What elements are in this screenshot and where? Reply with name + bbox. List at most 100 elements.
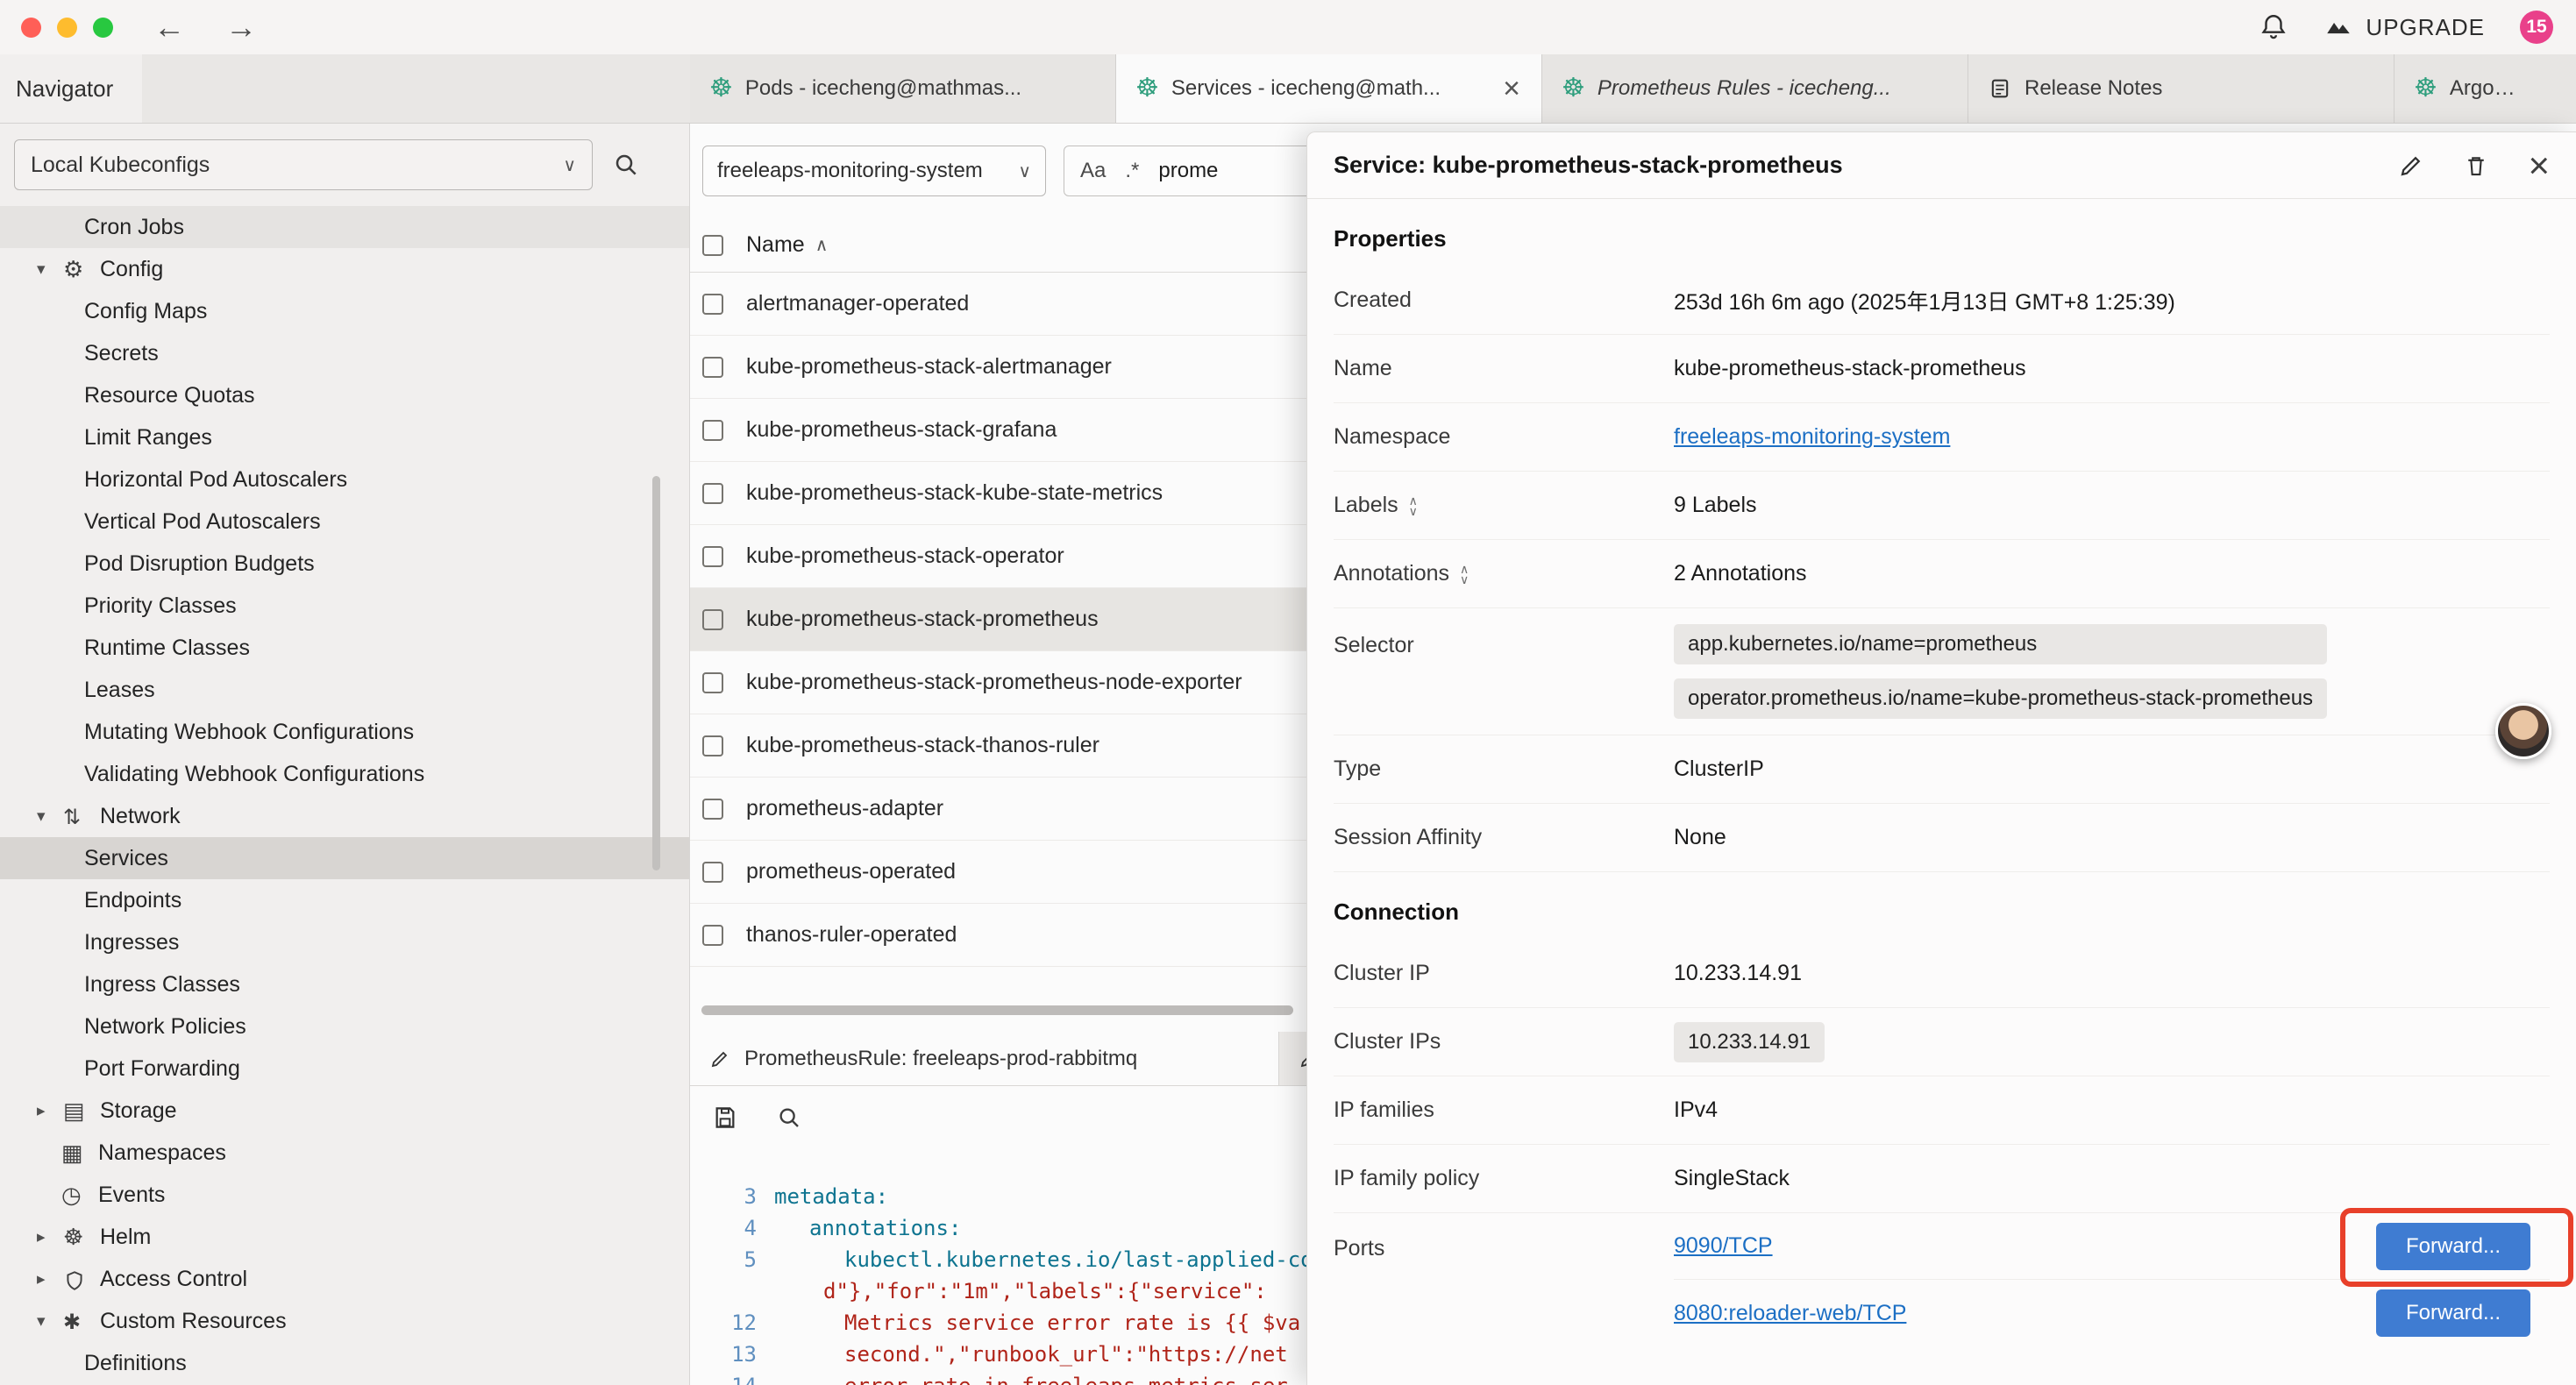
upgrade-icon <box>2323 12 2353 42</box>
line-number: 12 <box>690 1307 774 1339</box>
expand-collapse-icon[interactable] <box>1409 495 1418 516</box>
sidebar-item-port-forwarding[interactable]: Port Forwarding <box>0 1048 689 1090</box>
namespace-link[interactable]: freeleaps-monitoring-system <box>1674 424 1950 450</box>
tab-prometheus-rules[interactable]: ☸ Prometheus Rules - icecheng... <box>1542 54 1968 123</box>
property-row-created: Created 253d 16h 6m ago (2025年1月13日 GMT+… <box>1334 266 2550 335</box>
back-icon[interactable]: ← <box>153 0 185 54</box>
sidebar-item-events[interactable]: Events <box>0 1174 689 1216</box>
sidebar-item-ingress-classes[interactable]: Ingress Classes <box>0 963 689 1005</box>
bell-icon[interactable] <box>2259 12 2288 42</box>
delete-icon[interactable] <box>2463 153 2489 179</box>
forward-button[interactable]: Forward... <box>2376 1289 2530 1337</box>
property-row-session-affinity: Session Affinity None <box>1334 804 2550 872</box>
property-row-labels: Labels 9 Labels <box>1334 472 2550 540</box>
code-line[interactable]: kubectl.kubernetes.io/last-applied-co <box>774 1244 1313 1275</box>
chevron-down-icon[interactable] <box>37 259 63 280</box>
select-all-checkbox[interactable] <box>702 235 723 256</box>
navigator-panel-title: Navigator <box>0 54 142 123</box>
upgrade-label: UPGRADE <box>2366 14 2485 41</box>
row-checkbox[interactable] <box>702 799 723 820</box>
search-icon[interactable] <box>612 151 640 179</box>
row-checkbox[interactable] <box>702 735 723 756</box>
row-checkbox[interactable] <box>702 546 723 567</box>
sidebar-item-services[interactable]: Services <box>0 837 689 879</box>
port-link[interactable]: 9090/TCP <box>1674 1233 1773 1259</box>
sidebar-item-validating-webhook-configurations[interactable]: Validating Webhook Configurations <box>0 753 689 795</box>
sidebar-item-horizontal-pod-autoscalers[interactable]: Horizontal Pod Autoscalers <box>0 458 689 501</box>
forward-icon[interactable]: → <box>225 0 257 54</box>
sidebar-item-pod-disruption-budgets[interactable]: Pod Disruption Budgets <box>0 543 689 585</box>
forward-button[interactable]: Forward... <box>2376 1223 2530 1270</box>
sidebar-item-config-maps[interactable]: Config Maps <box>0 290 689 332</box>
kubeconfig-selector[interactable]: Local Kubeconfigs ∨ <box>14 139 593 190</box>
code-line[interactable]: Metrics service error rate is {{ $va <box>774 1307 1300 1339</box>
row-checkbox[interactable] <box>702 420 723 441</box>
sidebar-item-ingresses[interactable]: Ingresses <box>0 921 689 963</box>
line-number: 13 <box>690 1339 774 1370</box>
code-line[interactable]: d"},"for":"1m","labels":{"service": <box>774 1275 1267 1307</box>
close-icon[interactable]: × <box>2528 147 2550 184</box>
sidebar-item-cron-jobs[interactable]: Cron Jobs <box>0 206 689 248</box>
user-avatar[interactable] <box>2495 703 2551 759</box>
line-number: 5 <box>690 1244 774 1275</box>
row-checkbox[interactable] <box>702 672 723 693</box>
chevron-down-icon[interactable] <box>37 1311 63 1332</box>
tab-services[interactable]: ☸ Services - icecheng@math... × <box>1116 54 1542 123</box>
sidebar-item-network-policies[interactable]: Network Policies <box>0 1005 689 1048</box>
namespace-filter-select[interactable]: freeleaps-monitoring-system ∨ <box>702 146 1046 196</box>
sidebar-item-secrets[interactable]: Secrets <box>0 332 689 374</box>
sidebar-item-helm[interactable]: Helm <box>0 1216 689 1258</box>
upgrade-button[interactable]: UPGRADE <box>2323 12 2485 42</box>
sidebar-item-config[interactable]: Config <box>0 248 689 290</box>
tab-pods[interactable]: ☸ Pods - icecheng@mathmas... <box>690 54 1116 123</box>
horizontal-scrollbar[interactable] <box>701 1005 1293 1015</box>
save-icon[interactable] <box>711 1104 739 1132</box>
editor-search-icon[interactable] <box>776 1104 802 1131</box>
row-checkbox[interactable] <box>702 925 723 946</box>
tab-release-notes[interactable]: Release Notes <box>1968 54 2395 123</box>
sidebar-item-endpoints[interactable]: Endpoints <box>0 879 689 921</box>
notification-badge[interactable]: 15 <box>2520 11 2553 44</box>
chevron-right-icon[interactable] <box>37 1269 63 1289</box>
sidebar-item-namespaces[interactable]: Namespaces <box>0 1132 689 1174</box>
sidebar-item-definitions[interactable]: Definitions <box>0 1342 689 1384</box>
navigator-strip: Navigator <box>0 54 690 123</box>
chevron-down-icon[interactable] <box>37 806 63 827</box>
chevron-right-icon[interactable] <box>37 1101 63 1121</box>
match-case-toggle[interactable]: Aa <box>1080 159 1106 183</box>
sidebar-item-runtime-classes[interactable]: Runtime Classes <box>0 627 689 669</box>
chevron-right-icon[interactable] <box>37 1227 63 1247</box>
sidebar-item-limit-ranges[interactable]: Limit Ranges <box>0 416 689 458</box>
row-checkbox[interactable] <box>702 294 723 315</box>
sidebar-item-custom-resources[interactable]: Custom Resources <box>0 1300 689 1342</box>
row-checkbox[interactable] <box>702 357 723 378</box>
dock-tab-prometheusrule[interactable]: PrometheusRule: freeleaps-prod-rabbitmq <box>690 1032 1279 1085</box>
row-checkbox[interactable] <box>702 609 723 630</box>
zoom-window-button[interactable] <box>93 18 113 38</box>
tab-argo[interactable]: ☸ Argo Se <box>2395 54 2538 123</box>
sidebar-item-network[interactable]: Network <box>0 795 689 837</box>
expand-collapse-icon[interactable] <box>1460 564 1469 585</box>
sidebar-item-vertical-pod-autoscalers[interactable]: Vertical Pod Autoscalers <box>0 501 689 543</box>
code-line[interactable]: metadata: <box>774 1181 888 1212</box>
sidebar-scrollbar[interactable] <box>652 476 660 870</box>
close-icon[interactable]: × <box>1501 72 1522 106</box>
close-window-button[interactable] <box>21 18 41 38</box>
sidebar-item-priority-classes[interactable]: Priority Classes <box>0 585 689 627</box>
sidebar-item-resource-quotas[interactable]: Resource Quotas <box>0 374 689 416</box>
sidebar-item-mutating-webhook-configurations[interactable]: Mutating Webhook Configurations <box>0 711 689 753</box>
code-line[interactable]: second.","runbook_url":"https://net <box>774 1339 1288 1370</box>
minimize-window-button[interactable] <box>57 18 77 38</box>
code-line[interactable]: annotations: <box>774 1212 961 1244</box>
regex-toggle[interactable]: .* <box>1125 159 1139 183</box>
edit-icon[interactable] <box>2398 153 2424 179</box>
row-checkbox[interactable] <box>702 862 723 883</box>
sidebar-item-leases[interactable]: Leases <box>0 669 689 711</box>
code-line[interactable]: error rate in freeleaps metrics ser <box>774 1370 1288 1385</box>
name-column-header[interactable]: Name <box>746 232 828 258</box>
sidebar-item-access-control[interactable]: Access Control <box>0 1258 689 1300</box>
search-query-text[interactable]: prome <box>1158 159 1218 183</box>
sidebar-item-storage[interactable]: Storage <box>0 1090 689 1132</box>
row-checkbox[interactable] <box>702 483 723 504</box>
port-link[interactable]: 8080:reloader-web/TCP <box>1674 1301 1906 1326</box>
